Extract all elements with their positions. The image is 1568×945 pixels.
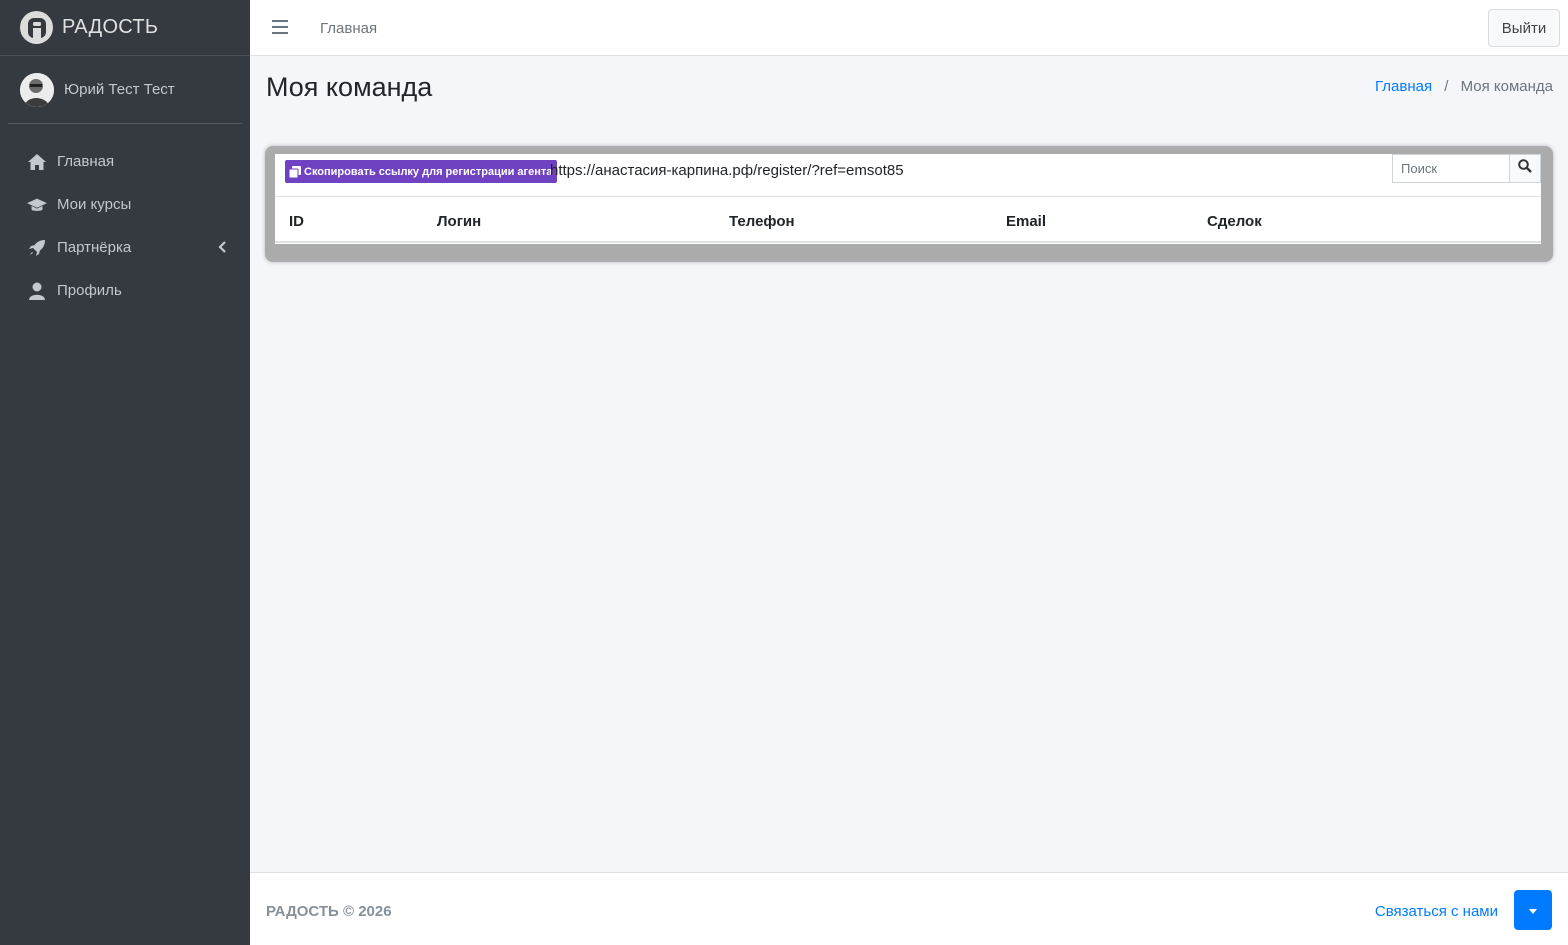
sidebar-item-home[interactable]: Главная [0,140,250,183]
search-input[interactable] [1392,154,1510,183]
page-title: Моя команда [266,72,433,102]
rocket-icon [27,238,47,258]
graduation-cap-icon [27,195,47,215]
logout-button[interactable]: Выйти [1488,9,1560,47]
sidebar-item-label: Мои курсы [57,196,132,213]
team-table-header: ID Логин Телефон Email Сделок [275,196,1541,243]
menu-toggle-icon[interactable] [272,20,288,39]
contact-dropdown-button[interactable] [1514,890,1552,930]
search-icon [1518,159,1532,178]
caret-down-icon [1529,901,1537,919]
column-header-phone[interactable]: Телефон [729,213,795,230]
sidebar-item-label: Партнёрка [57,239,132,256]
referral-link-text: https://анастасия-карпина.рф/register/?r… [550,162,904,179]
breadcrumb-home-link[interactable]: Главная [1375,78,1432,95]
copy-referral-link-button[interactable]: Скопировать ссылку для регистрации агент… [285,160,558,183]
team-card: Скопировать ссылку для регистрации агент… [265,146,1553,262]
user-icon [27,281,47,301]
sidebar: РАДОСТЬ Юрий Тест Тест Главная Мои курсы [0,0,250,945]
contact-us-link[interactable]: Связаться с нами [1375,903,1498,920]
team-card-body: Скопировать ссылку для регистрации агент… [275,154,1541,244]
top-home-link[interactable]: Главная [320,20,377,37]
search-group [1392,154,1541,183]
home-icon [27,152,47,172]
sidebar-item-courses[interactable]: Мои курсы [0,183,250,226]
copyright-text: РАДОСТЬ © 2026 [266,903,392,920]
footer: РАДОСТЬ © 2026 Связаться с нами [250,872,1568,945]
search-button[interactable] [1510,154,1541,183]
sidebar-item-label: Главная [57,153,115,170]
brand-link[interactable]: РАДОСТЬ [0,0,250,56]
sidebar-item-profile[interactable]: Профиль [0,269,250,312]
breadcrumb-current: Моя команда [1460,78,1553,95]
column-header-id[interactable]: ID [289,213,304,230]
user-panel[interactable]: Юрий Тест Тест [8,56,242,124]
brand-name: РАДОСТЬ [62,16,159,38]
breadcrumb: Главная / Моя команда [1375,78,1553,95]
sidebar-item-label: Профиль [57,282,122,299]
chevron-left-icon [218,240,226,258]
column-header-email[interactable]: Email [1006,213,1046,230]
breadcrumb-separator: / [1444,78,1449,95]
sidebar-nav: Главная Мои курсы Партнёрка Профиль [0,124,250,312]
copy-button-label: Скопировать ссылку для регистрации агент… [304,165,553,178]
user-name: Юрий Тест Тест [64,81,175,98]
column-header-deals[interactable]: Сделок [1207,213,1262,230]
brand-logo-icon [20,11,53,44]
copy-icon [289,165,301,178]
avatar [20,72,54,107]
column-header-login[interactable]: Логин [437,213,481,230]
top-navbar: Главная Выйти [250,0,1568,56]
sidebar-item-partner[interactable]: Партнёрка [0,226,250,269]
